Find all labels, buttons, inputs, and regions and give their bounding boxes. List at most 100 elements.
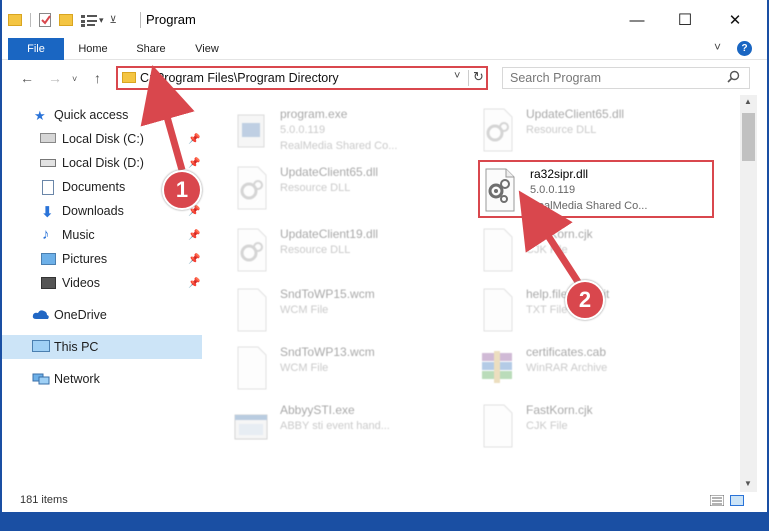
blank-file-icon [232, 345, 270, 391]
file-name: UpdateClient65.dll [280, 165, 379, 179]
file-name: SndToWP15.wcm [280, 287, 375, 301]
file-item-updateclient19-dll[interactable]: UpdateClient19.dll Resource DLL [232, 223, 472, 279]
forward-arrow-icon[interactable]: → [48, 70, 62, 86]
address-path[interactable]: C:\Program Files\Program Directory [140, 71, 339, 85]
sidebar-item-quick-access[interactable]: ★ Quick access [2, 103, 202, 127]
file-name: FastKorn.cjk [526, 403, 593, 417]
details-view-icon[interactable] [709, 494, 725, 507]
expand-ribbon-icon[interactable]: ˅ [714, 40, 721, 54]
close-icon: ✕ [728, 12, 742, 29]
ribbon: File Home Share View ˅ ? [2, 38, 767, 94]
file-name: program.exe [280, 107, 348, 121]
file-list: program.exe 5.0.0.119 RealMedia Shared C… [206, 95, 740, 495]
desktop-background [0, 512, 769, 531]
sidebar-item-onedrive[interactable]: OneDrive [2, 303, 202, 327]
sidebar-item-label: Downloads [62, 204, 124, 218]
maximize-icon: ☐ [677, 12, 693, 29]
minimize-icon: — [629, 11, 645, 29]
sidebar-item-pictures[interactable]: Pictures 📌 [2, 247, 202, 271]
pin-icon[interactable]: 📌 [188, 230, 200, 241]
tab-share[interactable]: Share [126, 38, 176, 60]
folder-icon[interactable] [8, 14, 22, 26]
address-row: ← → ˅ ↑ C:\Program Files\Program Directo… [2, 60, 767, 95]
videos-icon [41, 277, 56, 289]
scroll-up-arrow-icon[interactable]: ▲ [744, 97, 752, 106]
sidebar-item-this-pc[interactable]: This PC [2, 335, 202, 359]
dll-gear-icon [232, 227, 270, 273]
explorer-window: ▾ ⊻ Program — ☐ ✕ File Home Share View ˅… [2, 0, 767, 531]
quick-access-toolbar: ▾ ⊻ [8, 11, 117, 29]
file-name: UpdateClient19.dll [280, 227, 379, 241]
folder-icon [122, 72, 136, 83]
sidebar-item-label: Documents [62, 180, 126, 194]
sidebar-item-label: OneDrive [54, 308, 107, 322]
sidebar-item-label: Videos [62, 276, 100, 290]
new-folder-icon[interactable] [59, 14, 73, 26]
file-name: SndToWP13.wcm [280, 345, 375, 359]
file-item-certificates-cab[interactable]: certificates.cab WinRAR Archive [478, 341, 718, 397]
sidebar-item-label: Network [54, 372, 100, 386]
drive-icon [40, 159, 56, 167]
file-version: 5.0.0.119 [280, 124, 326, 136]
minimize-button[interactable]: — [614, 6, 660, 34]
blank-file-icon [232, 287, 270, 333]
file-item-updateclient65-dll[interactable]: UpdateClient65.dll Resource DLL [478, 103, 718, 159]
pin-icon[interactable]: 📌 [188, 134, 200, 145]
back-arrow-icon[interactable]: ← [20, 70, 34, 86]
scroll-down-arrow-icon[interactable]: ▼ [744, 479, 752, 488]
sidebar-item-music[interactable]: ♪ Music 📌 [2, 223, 202, 247]
tab-view[interactable]: View [182, 38, 232, 60]
marker-2: 2 [565, 280, 605, 320]
file-item-fastkorn-cjk[interactable]: FastKorn.cjk CJK File [478, 399, 718, 455]
status-bar: 181 items [2, 492, 767, 510]
blank-file-icon [478, 403, 516, 449]
file-item-updateclient65-dll[interactable]: UpdateClient65.dll Resource DLL [232, 161, 472, 217]
chevron-down-icon[interactable]: ▾ [99, 15, 104, 26]
recent-locations-chevron-icon[interactable]: ˅ [72, 74, 77, 84]
file-item-abbyysti-exe[interactable]: AbbyySTI.exe ABBY sti event hand... [232, 399, 472, 455]
file-item-program-exe[interactable]: program.exe 5.0.0.119 RealMedia Shared C… [232, 103, 472, 159]
blank-file-icon [478, 227, 516, 273]
pc-icon [32, 340, 50, 352]
close-button[interactable]: ✕ [712, 6, 758, 34]
scrollbar-thumb[interactable] [742, 113, 755, 161]
address-bar[interactable]: C:\Program Files\Program Directory ˅ ↻ [116, 66, 488, 90]
file-type: WCM File [280, 362, 329, 374]
sidebar-item-label: Pictures [62, 252, 108, 266]
up-arrow-icon[interactable]: ↑ [94, 70, 101, 86]
pin-icon[interactable]: 📌 [188, 254, 200, 265]
file-item-sndtowp13-wcm[interactable]: SndToWP13.wcm WCM File [232, 341, 472, 397]
search-icon[interactable] [727, 70, 740, 86]
large-icons-view-icon[interactable] [730, 495, 744, 506]
maximize-button[interactable]: ☐ [662, 6, 708, 34]
properties-check-icon[interactable] [39, 13, 51, 27]
view-details-icon[interactable] [81, 14, 97, 27]
sidebar-item-local-disk-c[interactable]: Local Disk (C:) 📌 [2, 127, 202, 151]
file-item-sndtowp15-wcm[interactable]: SndToWP15.wcm WCM File [232, 283, 472, 339]
marker-1: 1 [162, 170, 202, 210]
tab-home[interactable]: Home [68, 38, 118, 60]
pin-icon[interactable]: 📌 [188, 278, 200, 289]
sidebar-item-videos[interactable]: Videos 📌 [2, 271, 202, 295]
dll-gear-icon [478, 107, 516, 153]
sidebar-item-label: Music [62, 228, 95, 242]
sidebar-item-label: This PC [54, 340, 99, 354]
file-type: Resource DLL [280, 182, 351, 194]
sidebar-item-network[interactable]: Network [2, 367, 202, 391]
exe-icon [232, 107, 270, 153]
download-icon: ⬇ [41, 204, 54, 221]
navigation-pane: ★ Quick access Local Disk (C:) 📌 Local D… [2, 95, 202, 495]
file-item-fastkorn-cjk[interactable]: FastKorn.cjk CJK File [478, 223, 718, 279]
sidebar-item-label: Local Disk (D:) [62, 156, 144, 170]
cloud-icon [32, 308, 49, 322]
help-icon[interactable]: ? [737, 41, 752, 56]
file-name: UpdateClient65.dll [526, 107, 625, 121]
pin-icon[interactable]: 📌 [188, 158, 200, 169]
search-input[interactable]: Search Program [502, 67, 750, 89]
customize-toolbar-icon[interactable]: ⊻ [110, 15, 117, 26]
file-type: CJK File [526, 420, 568, 432]
vertical-scrollbar[interactable]: ▲ ▼ [740, 95, 757, 492]
refresh-icon[interactable]: ↻ [473, 69, 484, 85]
file-type: Resource DLL [280, 244, 351, 256]
address-dropdown-chevron-icon[interactable]: ˅ [454, 70, 460, 82]
